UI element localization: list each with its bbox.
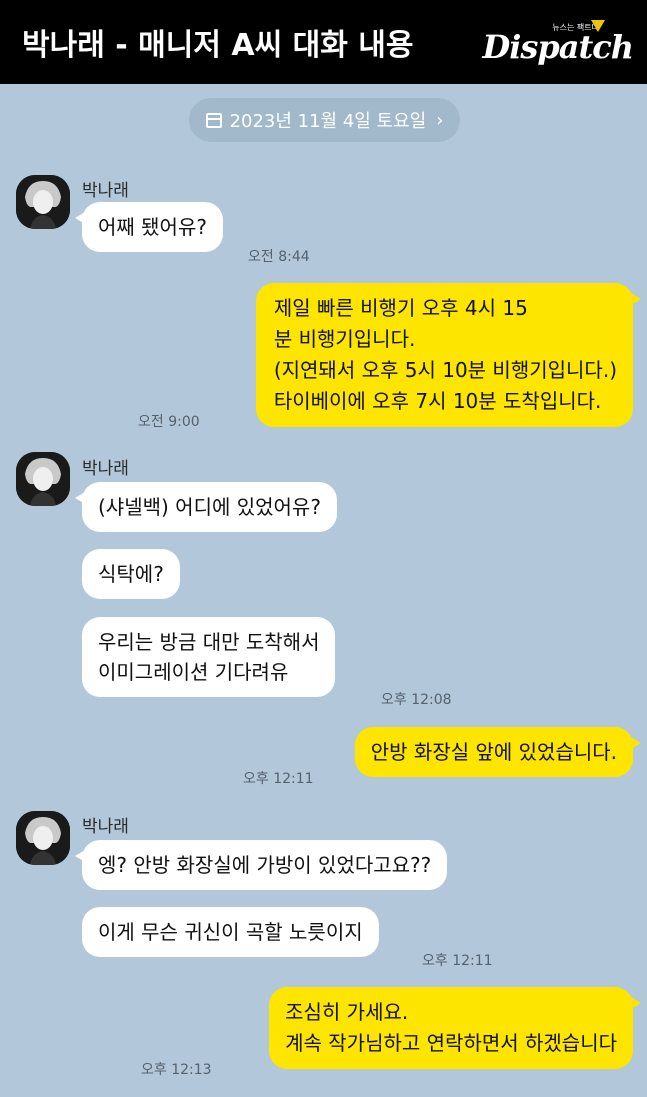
avatar[interactable]	[16, 175, 70, 229]
dispatch-logo: 뉴스는 팩트다 Dispatch	[482, 18, 634, 68]
message-bubble-incoming[interactable]: 식탁에?	[82, 549, 180, 599]
message-bubble-outgoing[interactable]: 조심히 가세요. 계속 작가님하고 연락하면서 하겠습니다	[269, 987, 641, 1069]
message-line: 제일 빠른 비행기 오후 4시 15	[273, 296, 528, 320]
date-divider[interactable]: 2023년 11월 4일 토요일 ›	[189, 98, 460, 142]
chevron-right-icon: ›	[436, 109, 444, 131]
header-banner: 박나래 - 매니저 A씨 대화 내용 뉴스는 팩트다 Dispatch	[0, 0, 647, 84]
message-line: (지연돼서 오후 5시 10분 비행기입니다.)	[273, 358, 617, 382]
date-label: 2023년 11월 4일 토요일	[229, 111, 427, 132]
sender-name: 박나래	[82, 459, 129, 479]
message-bubble-incoming[interactable]: 엥? 안방 화장실에 가방이 있었다고요??	[74, 840, 448, 890]
message-line: 타이베이에 오후 7시 10분 도착입니다.	[273, 389, 602, 413]
header-title: 박나래 - 매니저 A씨 대화 내용	[22, 28, 414, 63]
message-bubble-outgoing[interactable]: 제일 빠른 비행기 오후 4시 15 분 비행기입니다. (지연돼서 오후 5시…	[255, 283, 642, 427]
avatar[interactable]	[16, 811, 70, 865]
message-line: 이미그레이션 기다려유	[98, 660, 289, 684]
message-time: 오후 12:11	[422, 953, 493, 969]
message-time: 오후 12:08	[381, 692, 452, 708]
logo-wordmark: Dispatch	[482, 28, 634, 66]
sender-name: 박나래	[82, 181, 129, 201]
message-line: 조심히 가세요.	[285, 1000, 409, 1024]
message-line: 계속 작가님하고 연락하면서 하겠습니다	[285, 1031, 617, 1055]
calendar-icon	[205, 112, 222, 128]
message-time: 오전 8:44	[248, 249, 310, 265]
avatar[interactable]	[16, 452, 70, 506]
message-bubble-incoming[interactable]: 우리는 방금 대만 도착해서 이미그레이션 기다려유	[82, 617, 336, 697]
message-line: 우리는 방금 대만 도착해서	[98, 630, 320, 654]
message-bubble-incoming[interactable]: 어째 됐어유?	[75, 202, 223, 252]
message-time: 오후 12:13	[141, 1062, 212, 1078]
message-time: 오후 12:11	[243, 771, 314, 787]
message-bubble-incoming[interactable]: (샤넬백) 어디에 있었어유?	[75, 482, 337, 532]
message-time: 오전 9:00	[138, 414, 200, 430]
message-line: 분 비행기입니다.	[273, 327, 416, 351]
message-bubble-incoming[interactable]: 이게 무슨 귀신이 곡할 노릇이지	[82, 907, 379, 957]
sender-name: 박나래	[82, 817, 129, 837]
message-bubble-outgoing[interactable]: 안방 화장실 앞에 있었습니다.	[354, 727, 642, 777]
